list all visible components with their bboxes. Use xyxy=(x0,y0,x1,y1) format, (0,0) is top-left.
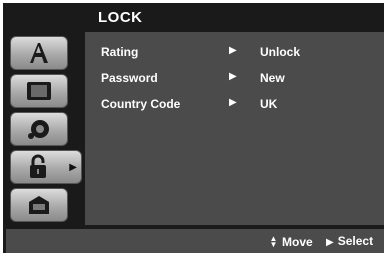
select-hint: ▶ Select xyxy=(326,234,373,248)
category-sidebar: ▶ xyxy=(6,32,85,225)
menu-row-arrow-icon: ▶ xyxy=(229,45,237,56)
tab-audio[interactable] xyxy=(10,112,68,146)
tab-display[interactable] xyxy=(10,74,68,108)
up-down-arrows-icon: ▲▼ xyxy=(269,234,278,246)
move-hint: ▲▼ Move xyxy=(269,234,313,249)
audio-speaker-icon xyxy=(28,120,49,139)
tab-others[interactable] xyxy=(10,188,68,222)
menu-row-value: New xyxy=(260,71,285,85)
menu-row-arrow-icon: ▶ xyxy=(229,71,237,82)
osd-screen: LOCK ▶ Rating ▶ Unlock Password ▶ New Co… xyxy=(3,3,384,253)
play-arrow-icon: ▶ xyxy=(326,237,334,248)
hint-bar: ▲▼ Move ▶ Select xyxy=(6,229,384,253)
move-hint-label: Move xyxy=(282,235,313,249)
active-tab-arrow-icon: ▶ xyxy=(69,162,77,173)
menu-row-arrow-icon: ▶ xyxy=(229,97,237,108)
language-a-icon xyxy=(30,43,48,63)
page-title: LOCK xyxy=(98,9,143,26)
tab-lock[interactable]: ▶ xyxy=(10,150,82,184)
toolbox-icon xyxy=(29,196,49,214)
menu-row-value: Unlock xyxy=(260,45,301,59)
tab-language[interactable] xyxy=(10,36,68,70)
menu-row-country-code[interactable]: Country Code ▶ UK xyxy=(101,97,381,113)
display-screen-icon xyxy=(27,82,51,100)
menu-row-label: Password xyxy=(101,71,158,85)
menu-row-password[interactable]: Password ▶ New xyxy=(101,71,381,87)
menu-row-label: Rating xyxy=(101,45,139,59)
padlock-icon xyxy=(30,154,46,178)
menu-row-value: UK xyxy=(260,97,278,111)
menu-row-rating[interactable]: Rating ▶ Unlock xyxy=(101,45,381,61)
menu-row-label: Country Code xyxy=(101,97,181,111)
settings-panel: Rating ▶ Unlock Password ▶ New Country C… xyxy=(85,32,384,225)
select-hint-label: Select xyxy=(337,234,374,248)
